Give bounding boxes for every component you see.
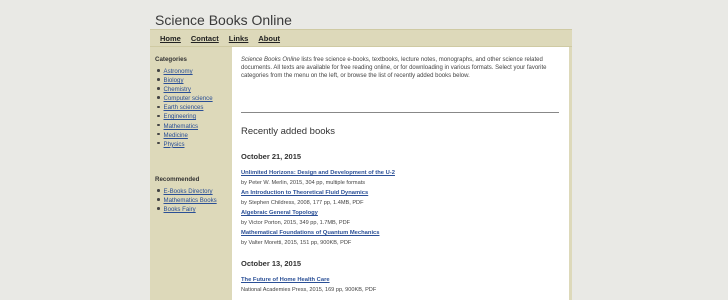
category-link-medicine[interactable]: Medicine bbox=[164, 132, 188, 139]
bullet-icon bbox=[157, 69, 160, 72]
book-meta: by Stephen Childress, 2008, 177 pp, 1.4M… bbox=[241, 200, 364, 206]
bullet-icon bbox=[157, 198, 160, 201]
category-link-chemistry[interactable]: Chemistry bbox=[164, 86, 191, 93]
nav-contact[interactable]: Contact bbox=[191, 34, 219, 43]
recently-added-heading: Recently added books bbox=[241, 126, 336, 137]
book-link[interactable]: Algebraic General Topology bbox=[241, 210, 318, 216]
divider bbox=[241, 112, 559, 113]
book-link[interactable]: The Future of Home Health Care bbox=[241, 277, 330, 283]
bullet-icon bbox=[157, 114, 160, 118]
intro-site-name: Science Books Online bbox=[241, 57, 300, 63]
category-item: Engineering bbox=[157, 112, 213, 121]
recommended-link-ebooks-directory[interactable]: E-Books Directory bbox=[164, 188, 213, 195]
category-link-engineering[interactable]: Engineering bbox=[164, 113, 197, 120]
main-content: Science Books Online lists free science … bbox=[232, 47, 569, 300]
recommended-heading: Recommended bbox=[155, 176, 200, 183]
top-nav: Home Contact Links About bbox=[150, 29, 572, 47]
category-item: Physics bbox=[157, 140, 213, 149]
book-meta: by Valter Moretti, 2015, 151 pp, 900KB, … bbox=[241, 240, 352, 246]
date-heading: October 13, 2015 bbox=[241, 259, 302, 268]
category-item: Chemistry bbox=[157, 85, 213, 94]
intro-paragraph: Science Books Online lists free science … bbox=[241, 56, 561, 81]
bullet-icon bbox=[157, 141, 160, 145]
book-meta: National Academies Press, 2015, 169 pp, … bbox=[241, 287, 377, 293]
bullet-icon bbox=[157, 105, 160, 109]
category-item: Biology bbox=[157, 76, 213, 85]
category-link-earth-sciences[interactable]: Earth sciences bbox=[164, 104, 204, 111]
recommended-item: Books Fairy bbox=[157, 205, 217, 214]
category-link-astronomy[interactable]: Astronomy bbox=[164, 68, 193, 75]
bullet-icon bbox=[157, 123, 160, 127]
sidebar: Categories Astronomy Biology Chemistry C… bbox=[150, 47, 232, 300]
recommended-item: Mathematics Books bbox=[157, 196, 217, 205]
recommended-list: E-Books Directory Mathematics Books Book… bbox=[157, 187, 217, 214]
category-item: Earth sciences bbox=[157, 103, 213, 112]
book-link[interactable]: Mathematical Foundations of Quantum Mech… bbox=[241, 230, 380, 236]
bullet-icon bbox=[157, 87, 160, 90]
category-link-computer-science[interactable]: Computer science bbox=[164, 95, 213, 102]
recommended-item: E-Books Directory bbox=[157, 187, 217, 196]
nav-links[interactable]: Links bbox=[229, 34, 249, 43]
category-link-mathematics[interactable]: Mathematics bbox=[164, 123, 199, 130]
category-item: Mathematics bbox=[157, 122, 213, 131]
bullet-icon bbox=[157, 132, 160, 136]
category-item: Computer science bbox=[157, 94, 213, 103]
book-link[interactable]: Unlimited Horizons: Design and Developme… bbox=[241, 170, 395, 176]
categories-list: Astronomy Biology Chemistry Computer sci… bbox=[157, 67, 213, 149]
recommended-link-books-fairy[interactable]: Books Fairy bbox=[164, 206, 196, 213]
bullet-icon bbox=[157, 189, 160, 192]
bullet-icon bbox=[157, 96, 160, 99]
nav-home[interactable]: Home bbox=[160, 34, 181, 43]
book-link[interactable]: An Introduction to Theoretical Fluid Dyn… bbox=[241, 190, 368, 196]
category-item: Astronomy bbox=[157, 67, 213, 76]
site-title: Science Books Online bbox=[155, 12, 292, 28]
category-link-physics[interactable]: Physics bbox=[164, 141, 185, 148]
date-heading: October 21, 2015 bbox=[241, 152, 302, 161]
category-item: Medicine bbox=[157, 131, 213, 140]
bullet-icon bbox=[157, 207, 160, 210]
recommended-link-mathematics-books[interactable]: Mathematics Books bbox=[164, 197, 217, 204]
bullet-icon bbox=[157, 78, 160, 81]
book-meta: by Victor Porton, 2015, 349 pp, 1.7MB, P… bbox=[241, 220, 351, 226]
category-link-biology[interactable]: Biology bbox=[164, 77, 184, 84]
categories-heading: Categories bbox=[155, 56, 187, 63]
book-meta: by Peter W. Merlin, 2015, 304 pp, multip… bbox=[241, 180, 366, 186]
nav-about[interactable]: About bbox=[258, 34, 280, 43]
